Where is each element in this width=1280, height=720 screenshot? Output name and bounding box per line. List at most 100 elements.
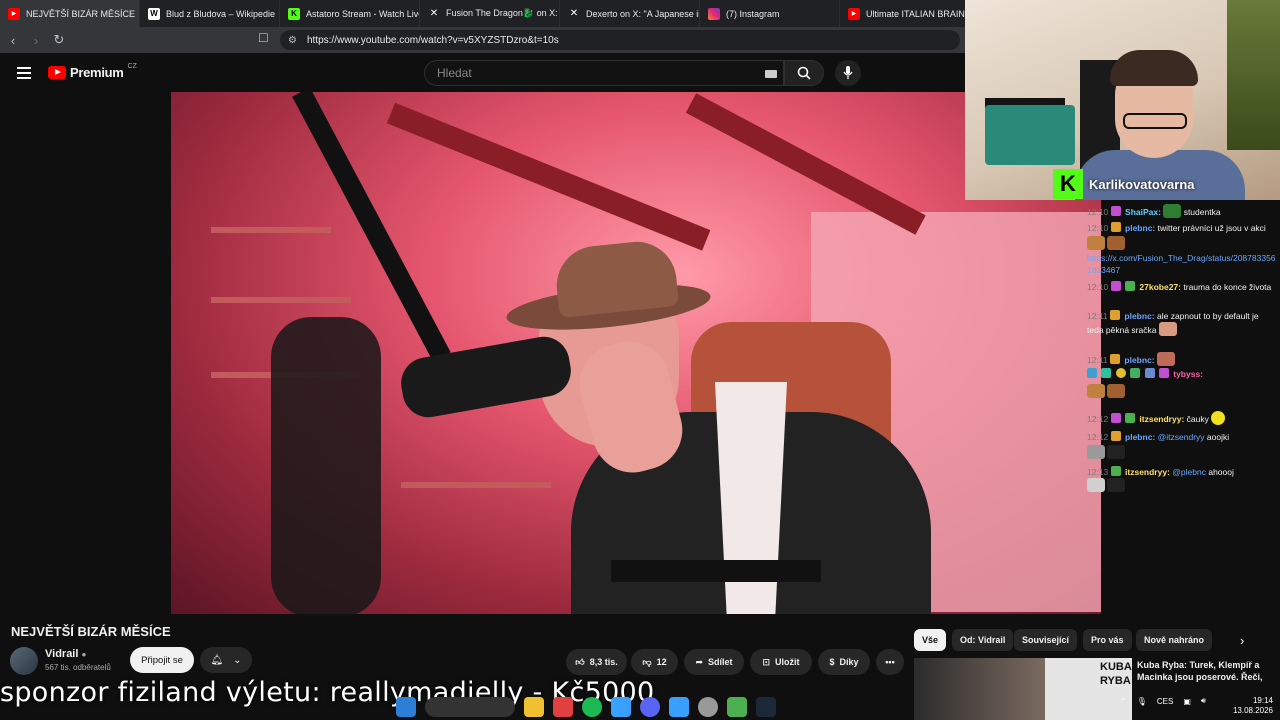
chat-username[interactable]: plebnc: xyxy=(1125,223,1155,233)
tab-youtube-brainrot[interactable]: ▶ Ultimate ITALIAN BRAINROT xyxy=(840,0,980,27)
file-explorer-icon[interactable] xyxy=(524,697,544,717)
chat-username[interactable]: itzsendryy: xyxy=(1125,467,1170,477)
video-title: NEJVĚTŠÍ BIZÁR MĚSÍCE xyxy=(11,624,171,639)
like-button[interactable]: 👍︎ 8,3 tis. xyxy=(566,649,627,675)
youtube-play-icon xyxy=(48,66,66,79)
video-frame-beam xyxy=(685,93,926,235)
dislike-button[interactable]: 👎︎ 12 xyxy=(631,649,678,675)
chat-timestamp: 12:13 xyxy=(1087,467,1109,477)
thanks-button[interactable]: $ Díky xyxy=(818,649,870,675)
chat-text: ahoooj xyxy=(1208,467,1234,477)
chip-from-channel[interactable]: Od: Vidrail xyxy=(952,629,1014,651)
chat-mention[interactable]: @itzsendryy xyxy=(1158,432,1205,442)
emote-icon xyxy=(1087,384,1105,398)
chevron-right-icon[interactable]: › xyxy=(1240,633,1244,648)
search-button[interactable] xyxy=(784,60,824,86)
chevron-down-icon: ⌄ xyxy=(233,654,242,666)
app-icon[interactable] xyxy=(611,697,631,717)
search-placeholder: Hledat xyxy=(437,66,472,80)
spotify-icon[interactable] xyxy=(582,697,602,717)
url-field[interactable]: ⚙ https://www.youtube.com/watch?v=v5XYZS… xyxy=(280,30,960,50)
voice-search-button[interactable] xyxy=(835,60,861,86)
save-button[interactable]: ⊡ Uložit xyxy=(750,649,812,675)
tab-label: NEJVĚTŠÍ BIZÁR MĚSÍCE xyxy=(26,8,136,19)
app-icon[interactable] xyxy=(669,697,689,717)
back-icon[interactable]: ‹ xyxy=(3,33,23,48)
tab-instagram[interactable]: (7) Instagram xyxy=(700,0,840,27)
chat-username[interactable]: ShaiPax: xyxy=(1125,207,1161,217)
discord-icon[interactable] xyxy=(640,697,660,717)
tab-x-dexerto[interactable]: ✕ Dexerto on X: "A Japanese in xyxy=(560,0,700,27)
bookmark-icon[interactable]: ☐ xyxy=(258,31,269,45)
tab-kick[interactable]: K Astatoro Stream - Watch Live xyxy=(280,0,420,27)
minecraft-icon[interactable] xyxy=(727,697,747,717)
reload-icon[interactable]: ↻ xyxy=(49,32,69,48)
tab-wikipedia[interactable]: W Blud z Bludova – Wikipedie xyxy=(140,0,280,27)
chat-emote-row xyxy=(1087,478,1277,492)
chat-username[interactable]: tybyss: xyxy=(1173,369,1203,379)
emote-icon xyxy=(1163,204,1182,218)
emote-icon xyxy=(1107,236,1126,250)
share-icon: ➦ xyxy=(695,656,704,667)
video-frame-shelf xyxy=(401,482,551,488)
microphone-icon[interactable]: 🎙︎ xyxy=(1137,697,1147,706)
badge-icon xyxy=(1130,368,1141,378)
chip-related[interactable]: Související xyxy=(1014,629,1078,651)
logo-text: Premium xyxy=(70,65,124,80)
volume-icon[interactable]: 🔊︎ xyxy=(1201,696,1206,706)
badge-icon xyxy=(1125,413,1136,423)
badge-icon xyxy=(1087,368,1097,378)
forward-icon[interactable]: › xyxy=(26,33,46,48)
thanks-icon: $ xyxy=(829,657,835,667)
chat-username[interactable]: plebnc: xyxy=(1124,355,1154,365)
tab-youtube-video[interactable]: ▶ NEJVĚTŠÍ BIZÁR MĚSÍCE ✕ xyxy=(0,0,140,27)
chip-all[interactable]: Vše xyxy=(914,629,947,651)
chat-username[interactable]: itzsendryy: xyxy=(1139,414,1184,424)
menu-icon[interactable] xyxy=(17,67,31,82)
chip-recently-uploaded[interactable]: Nově nahráno xyxy=(1136,629,1213,651)
chevron-up-icon[interactable]: ⌃ xyxy=(1120,697,1127,706)
share-button[interactable]: ➦ Sdílet xyxy=(684,649,744,675)
notifications-button[interactable]: 🔔︎ ⌄ xyxy=(200,647,252,673)
app-icon[interactable] xyxy=(698,697,718,717)
taskbar-search[interactable] xyxy=(425,697,515,717)
coin-icon xyxy=(1115,368,1126,378)
chat-mention[interactable]: @plebnc xyxy=(1172,467,1206,477)
site-info-icon[interactable]: ⚙ xyxy=(288,35,297,46)
search-input[interactable]: Hledat xyxy=(424,60,784,86)
avatar[interactable] xyxy=(10,647,38,675)
clock-date: 13.08.2026 xyxy=(1232,706,1273,715)
chip-for-you[interactable]: Pro vás xyxy=(1083,629,1132,651)
instagram-icon xyxy=(708,7,720,20)
keyboard-icon[interactable] xyxy=(765,70,777,78)
youtube-logo[interactable]: Premium CZ xyxy=(48,63,137,80)
language-indicator[interactable]: CES xyxy=(1157,697,1173,706)
kick-icon: K xyxy=(288,7,300,20)
join-button[interactable]: Připojit se xyxy=(130,647,194,673)
search-icon xyxy=(797,66,811,80)
chat-username[interactable]: plebnc: xyxy=(1125,432,1155,442)
more-actions-button[interactable]: ••• xyxy=(876,649,904,675)
bookmark-icon: ⊡ xyxy=(762,656,771,667)
tab-x-fusion[interactable]: ✕ Fusion The Dragon🐉 on X: " xyxy=(420,0,560,27)
channel-name[interactable]: Vidrail ● xyxy=(45,648,86,660)
recommendation-title[interactable]: Kuba Ryba: Turek, Klempíř a Macinka jsou… xyxy=(1137,659,1277,683)
windows-start-icon[interactable] xyxy=(396,697,416,717)
video-frame-beam xyxy=(386,102,711,251)
chat-username[interactable]: 27kobe27: xyxy=(1139,282,1181,292)
more-icon: ••• xyxy=(885,657,895,667)
browser-icon[interactable] xyxy=(553,697,573,717)
chat-message: tybyss: xyxy=(1087,368,1277,380)
chat-username[interactable]: plebnc: xyxy=(1124,311,1154,321)
system-clock[interactable]: 19:14 13.08.2026 xyxy=(1225,696,1273,716)
steam-icon[interactable] xyxy=(756,697,776,717)
chat-emote-row xyxy=(1087,384,1277,398)
video-player[interactable] xyxy=(171,92,1101,614)
network-icon[interactable]: ▣ xyxy=(1183,697,1191,706)
tab-label: Blud z Bludova – Wikipedie xyxy=(166,8,276,19)
chat-link[interactable]: https://x.com/Fusion_The_Drag/status/208… xyxy=(1087,253,1276,275)
webcam-bed xyxy=(985,105,1075,165)
like-count: 8,3 tis. xyxy=(589,657,618,667)
webcam-plant xyxy=(1227,0,1280,150)
url-text: https://www.youtube.com/watch?v=v5XYZSTD… xyxy=(306,34,559,46)
